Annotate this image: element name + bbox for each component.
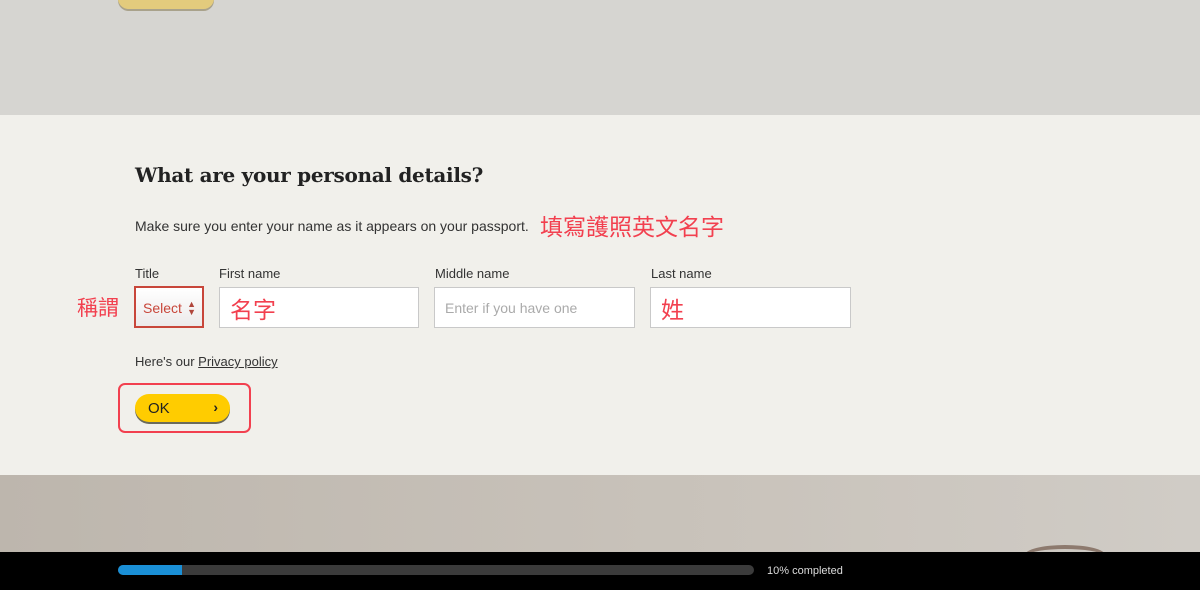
middle-name-label: Middle name	[435, 266, 510, 281]
sort-arrows-icon: ▲ ▼	[187, 299, 196, 317]
first-name-input[interactable]: 名字	[219, 287, 419, 328]
privacy-text: Here's our Privacy policy	[135, 354, 278, 369]
progress-fill	[118, 565, 182, 575]
last-name-label: Last name	[651, 266, 712, 281]
annotation-last-name: 姓	[661, 297, 684, 324]
ok-button[interactable]: OK ›	[135, 394, 230, 422]
first-name-label: First name	[219, 266, 281, 281]
progress-footer: 10% completed	[0, 552, 1200, 590]
progress-bar	[118, 565, 754, 575]
page-title: What are your personal details?	[135, 163, 484, 187]
privacy-policy-link[interactable]: Privacy policy	[198, 354, 277, 369]
last-name-input[interactable]: 姓	[650, 287, 851, 328]
title-select[interactable]: Select ▲ ▼	[134, 286, 204, 328]
middle-name-input[interactable]: Enter if you have one	[434, 287, 635, 328]
annotation-passport-note: 填寫護照英文名字	[540, 215, 724, 241]
chevron-right-icon: ›	[213, 399, 218, 415]
title-select-value: Select	[143, 300, 182, 316]
ok-label: OK	[148, 400, 170, 417]
instruction-text: Make sure you enter your name as it appe…	[135, 218, 529, 234]
annotation-first-name: 名字	[230, 297, 276, 324]
middle-name-placeholder: Enter if you have one	[445, 299, 578, 316]
privacy-prefix: Here's our	[135, 354, 199, 369]
annotation-title-note: 稱謂	[77, 296, 119, 320]
progress-label: 10% completed	[767, 565, 843, 577]
top-button[interactable]	[118, 0, 214, 9]
header-area	[0, 0, 1200, 115]
title-label: Title	[135, 266, 160, 281]
background-image	[0, 475, 1200, 565]
